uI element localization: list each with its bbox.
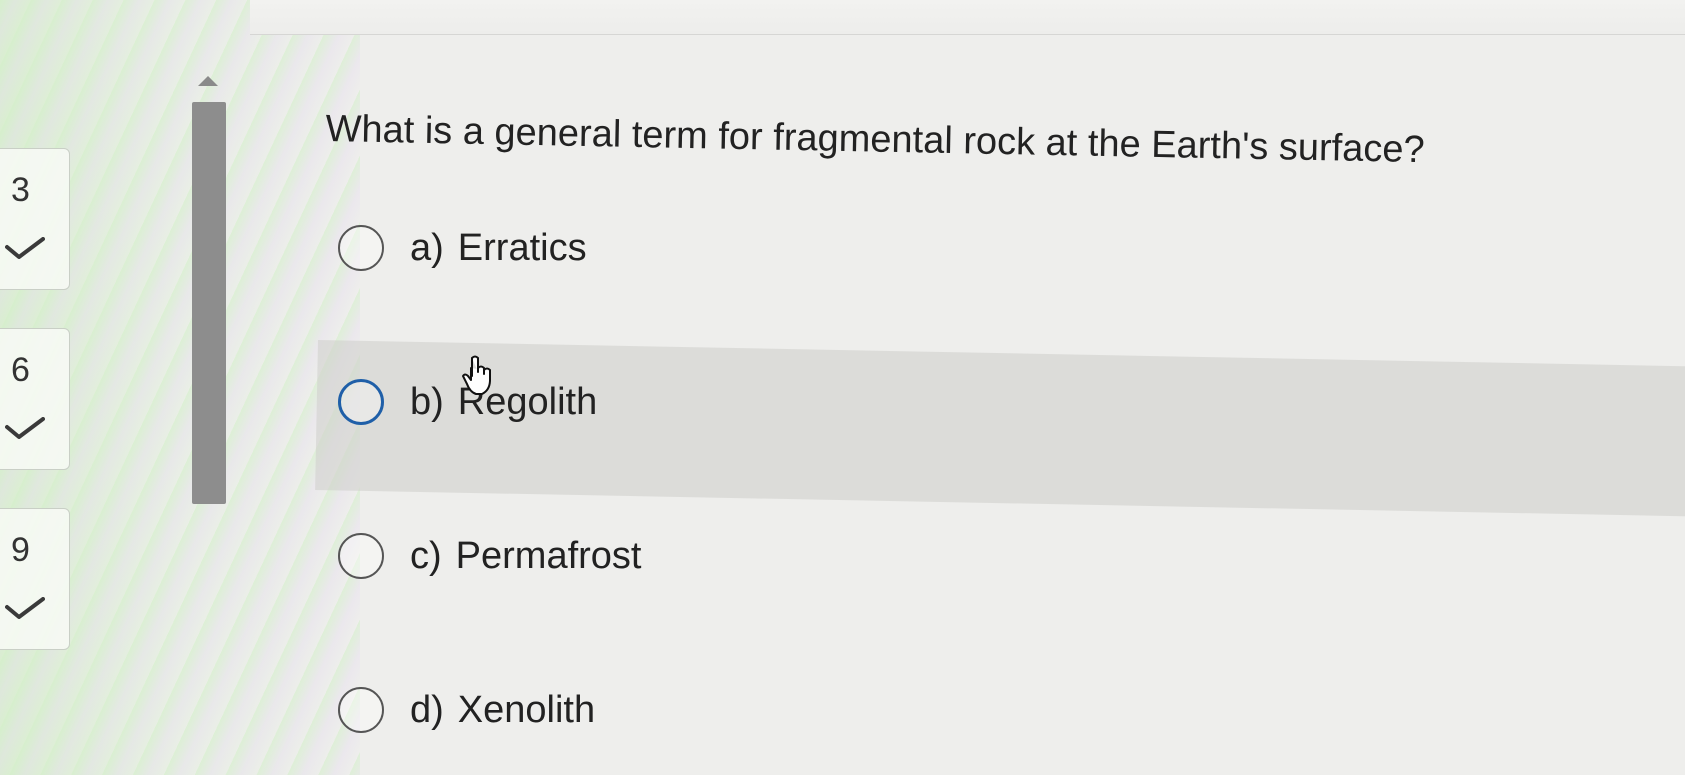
option-label[interactable]: Erratics (458, 227, 587, 270)
nav-item-question-6[interactable]: 6 (0, 328, 70, 470)
checkmark-icon (5, 237, 45, 259)
answer-option-d[interactable]: d) Xenolith (338, 680, 595, 740)
question-text: What is a general term for fragmental ro… (325, 108, 1425, 172)
option-letter: d) (410, 688, 444, 731)
content-top-border (250, 0, 1685, 35)
scrollbar-thumb[interactable] (192, 102, 226, 504)
checkmark-icon (5, 597, 45, 619)
checkmark-icon (5, 417, 45, 439)
scroll-up-arrow-icon[interactable] (198, 76, 218, 86)
radio-button[interactable] (338, 379, 384, 425)
nav-item-number: 3 (11, 171, 30, 209)
radio-button[interactable] (338, 687, 384, 733)
hand-pointer-cursor-icon (462, 355, 491, 395)
option-letter: a) (410, 226, 444, 269)
nav-item-question-3[interactable]: 3 (0, 148, 70, 290)
navigator-scrollbar[interactable] (190, 76, 228, 506)
option-label[interactable]: Permafrost (456, 535, 642, 578)
nav-item-number: 6 (11, 351, 30, 389)
nav-item-question-9[interactable]: 9 (0, 508, 70, 650)
radio-button[interactable] (338, 533, 384, 579)
option-label[interactable]: Xenolith (458, 689, 595, 732)
answer-option-c[interactable]: c) Permafrost (338, 526, 641, 586)
option-letter: b) (410, 380, 444, 423)
radio-button[interactable] (338, 225, 384, 271)
answer-option-a[interactable]: a) Erratics (338, 218, 587, 278)
option-letter: c) (410, 534, 442, 577)
nav-item-number: 9 (11, 531, 30, 569)
